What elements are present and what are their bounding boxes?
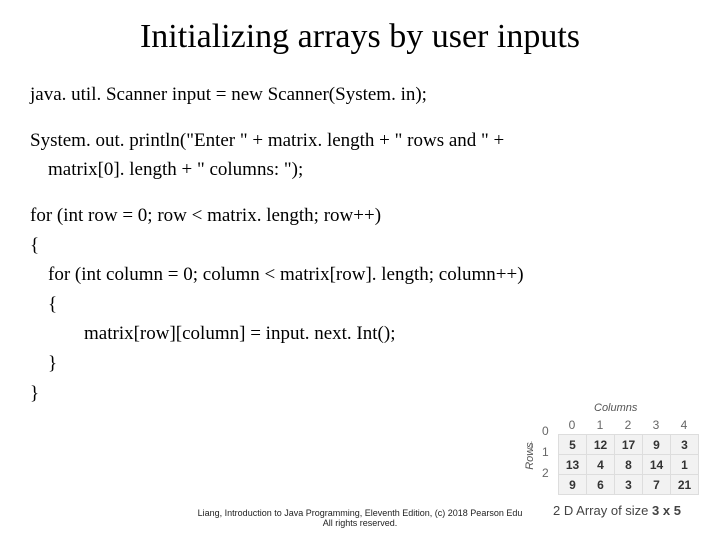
row-head: 1: [542, 441, 549, 462]
cell: 6: [587, 475, 615, 495]
code-line: for (int column = 0; column < matrix[row…: [30, 262, 690, 288]
slide-title: Initializing arrays by user inputs: [30, 18, 690, 56]
col-head: 1: [586, 418, 614, 432]
code-line: System. out. println("Enter " + matrix. …: [30, 128, 690, 154]
code-line: matrix[row][column] = input. next. Int()…: [30, 321, 690, 347]
code-line: }: [30, 381, 690, 407]
column-headers: 0 1 2 3 4: [558, 418, 708, 432]
cell: 9: [643, 435, 671, 455]
cell: 14: [643, 455, 671, 475]
cell: 21: [671, 475, 699, 495]
row-head: 2: [542, 462, 549, 483]
table-row: 9 6 3 7 21: [559, 475, 699, 495]
columns-axis-label: Columns: [594, 402, 637, 414]
table-row: 13 4 8 14 1: [559, 455, 699, 475]
array-table: 5 12 17 9 3 13 4 8 14 1 9 6 3 7 21: [558, 434, 699, 495]
code-line: java. util. Scanner input = new Scanner(…: [30, 82, 690, 108]
col-head: 2: [614, 418, 642, 432]
cell: 4: [587, 455, 615, 475]
cell: 3: [671, 435, 699, 455]
cell: 1: [671, 455, 699, 475]
footer-line: All rights reserved.: [0, 518, 720, 528]
row-head: 0: [542, 420, 549, 441]
cell: 3: [615, 475, 643, 495]
cell: 8: [615, 455, 643, 475]
row-headers: 0 1 2: [542, 420, 549, 483]
col-head: 3: [642, 418, 670, 432]
cell: 13: [559, 455, 587, 475]
cell: 5: [559, 435, 587, 455]
array-diagram: Columns Rows ↓ 0 1 2 3 4 0 1 2 5 12 17 9…: [526, 404, 708, 518]
code-line: }: [30, 351, 690, 377]
cell: 7: [643, 475, 671, 495]
cell: 12: [587, 435, 615, 455]
code-line: for (int row = 0; row < matrix. length; …: [30, 203, 690, 229]
col-head: 0: [558, 418, 586, 432]
slide-footer: Liang, Introduction to Java Programming,…: [0, 508, 720, 528]
table-row: 5 12 17 9 3: [559, 435, 699, 455]
code-line: {: [30, 292, 690, 318]
code-line: {: [30, 233, 690, 259]
arrow-down-icon: ↓: [528, 436, 535, 452]
cell: 17: [615, 435, 643, 455]
cell: 9: [559, 475, 587, 495]
code-block: java. util. Scanner input = new Scanner(…: [30, 82, 690, 406]
code-line: matrix[0]. length + " columns: ");: [30, 157, 690, 183]
footer-line: Liang, Introduction to Java Programming,…: [0, 508, 720, 518]
col-head: 4: [670, 418, 698, 432]
